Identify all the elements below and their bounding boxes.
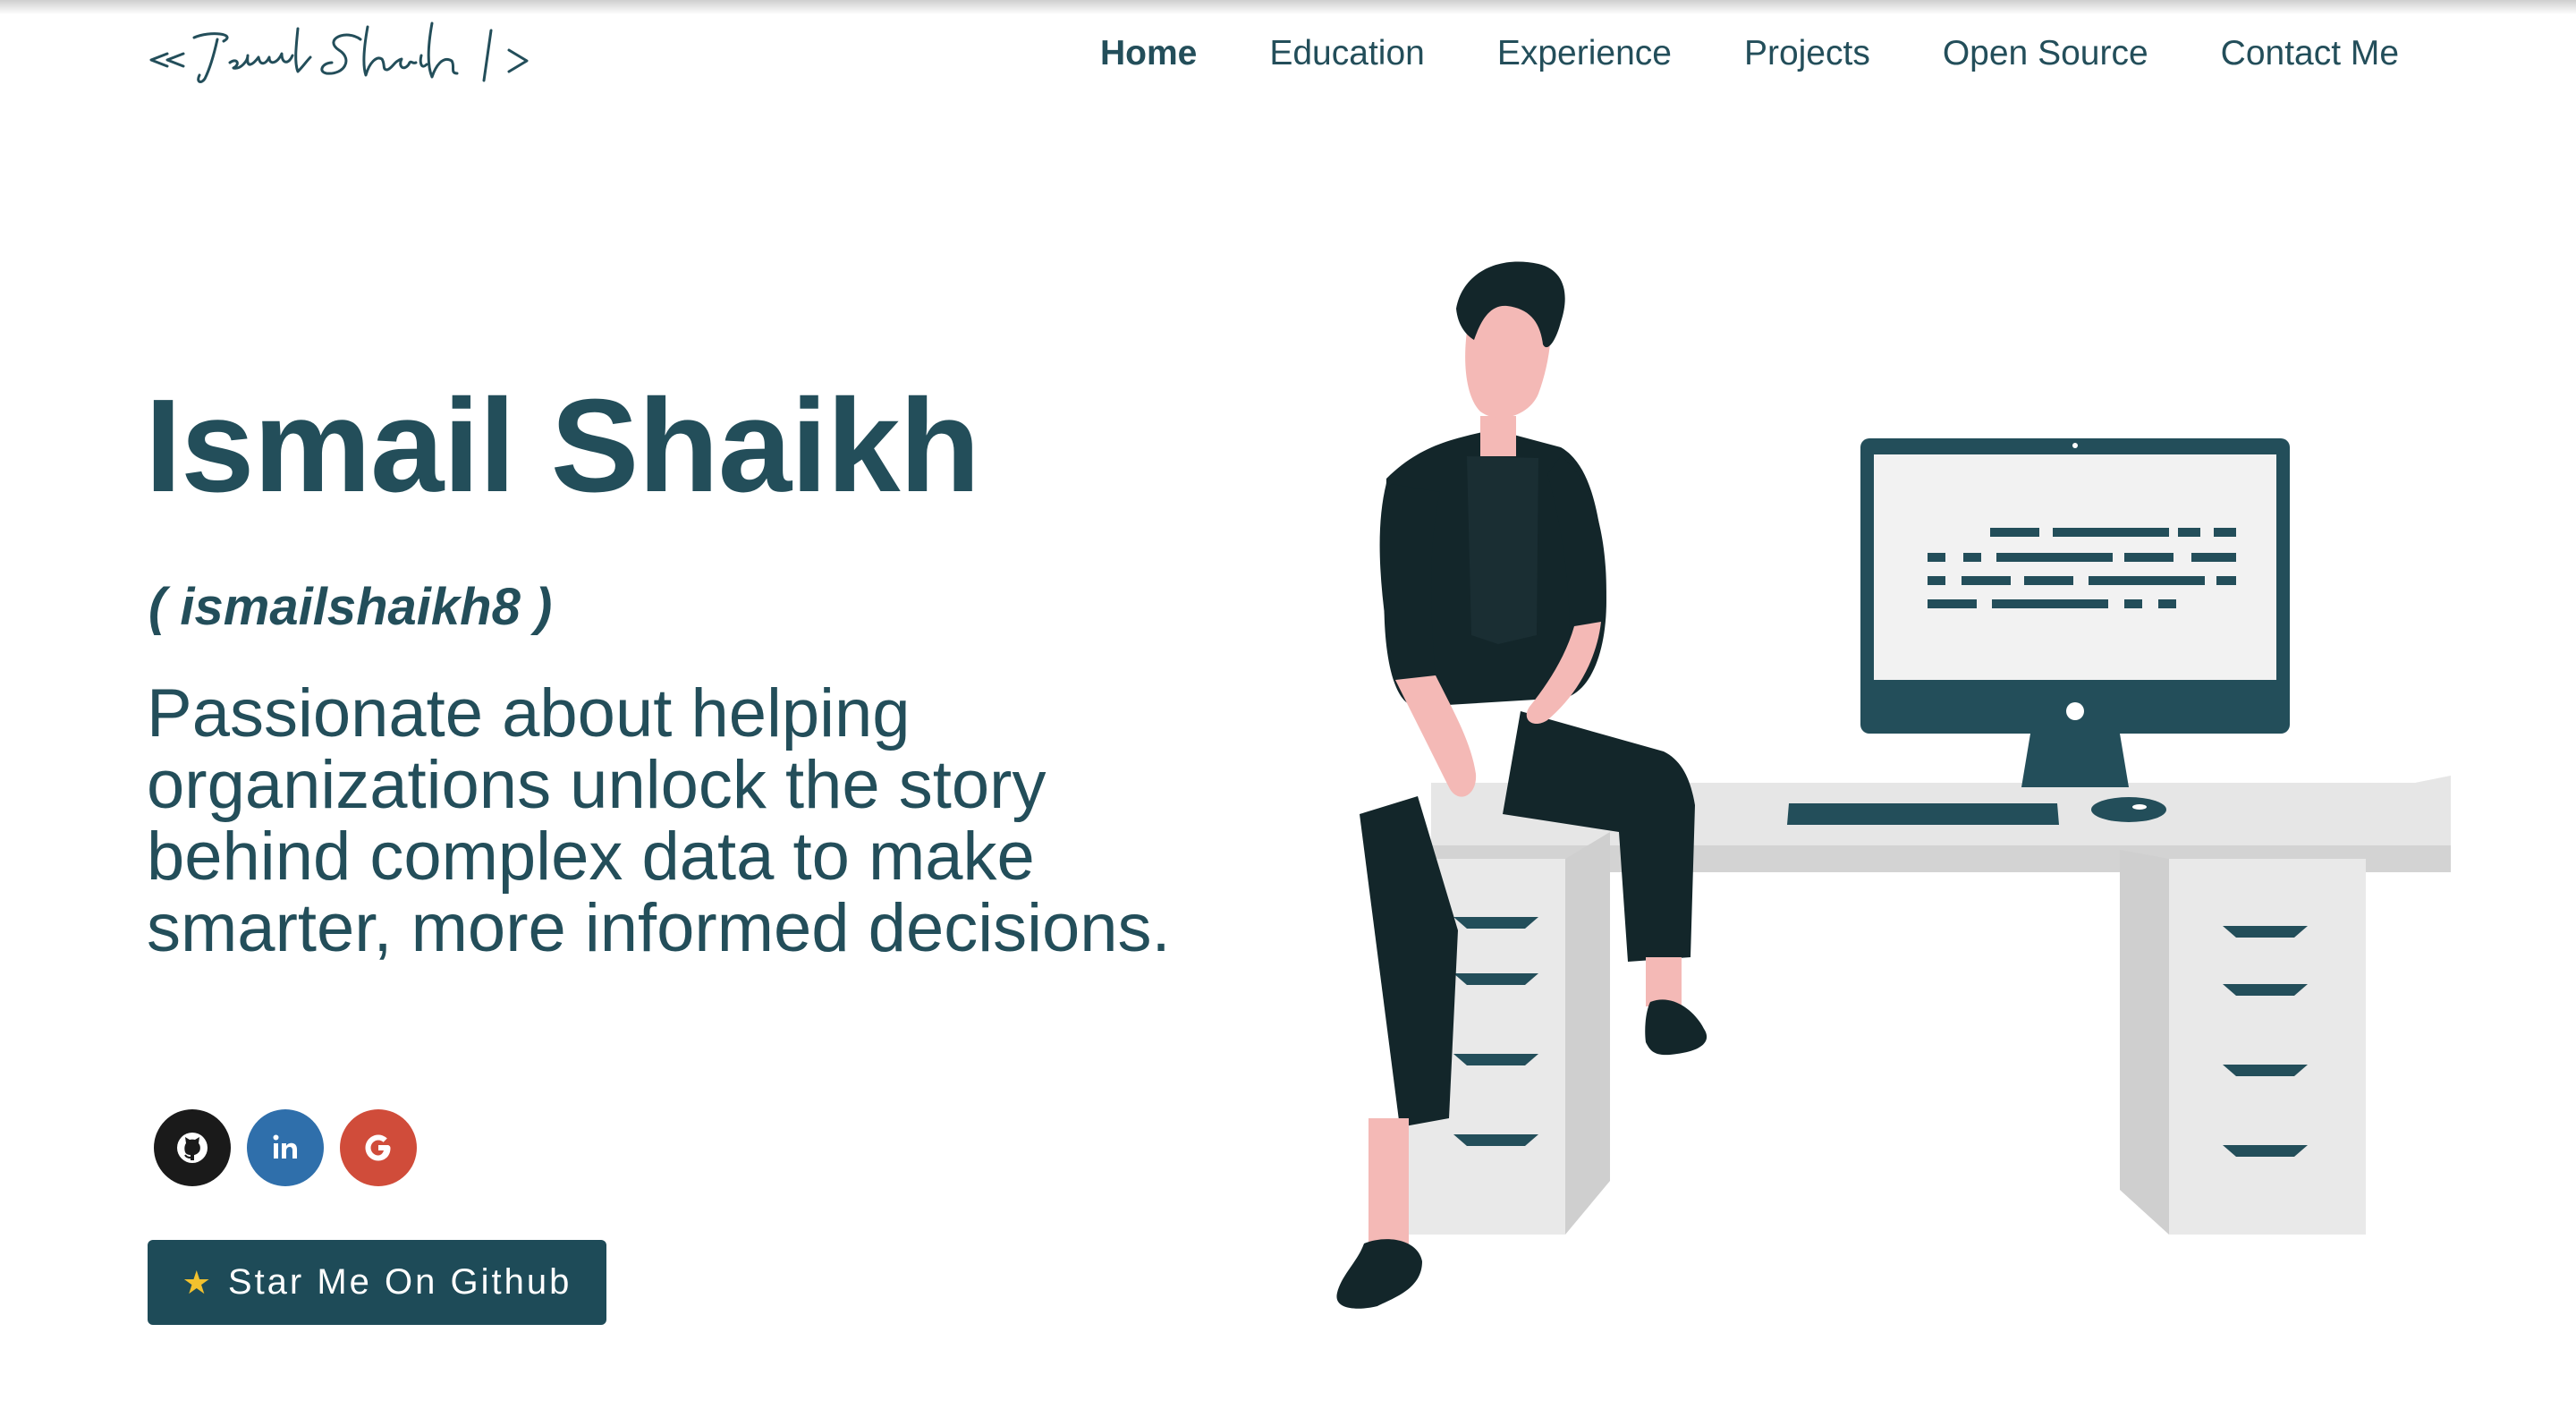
nav-contact-me[interactable]: Contact Me [2221,34,2399,73]
nav-experience[interactable]: Experience [1497,34,1672,73]
github-link[interactable] [154,1109,231,1186]
star-on-github-button[interactable]: ★ Star Me On Github [148,1240,606,1325]
hero-illustration [1252,224,2451,1342]
star-button-label: Star Me On Github [227,1262,572,1302]
hero-name: Ismail Shaikh [145,372,980,520]
page: Home Education Experience Projects Open … [0,0,2576,1409]
nav-education[interactable]: Education [1269,34,1424,73]
main-nav: Home Education Experience Projects Open … [1100,25,2399,82]
nav-projects[interactable]: Projects [1744,34,1870,73]
social-links [154,1109,433,1186]
nav-open-source[interactable]: Open Source [1943,34,2148,73]
site-logo[interactable] [148,11,559,91]
nav-home[interactable]: Home [1100,34,1197,73]
google-icon [365,1134,391,1161]
linkedin-link[interactable] [247,1109,324,1186]
github-icon [177,1133,208,1163]
linkedin-icon [273,1134,297,1159]
hero-tagline: Passionate about helping organizations u… [147,675,1171,966]
developer-at-desk-illustration [1336,261,2451,1309]
google-link[interactable] [340,1109,417,1186]
star-icon: ★ [182,1263,214,1301]
signature-logo-icon [149,21,529,83]
hero-handle: ( ismailshaikh8 ) [148,578,553,636]
